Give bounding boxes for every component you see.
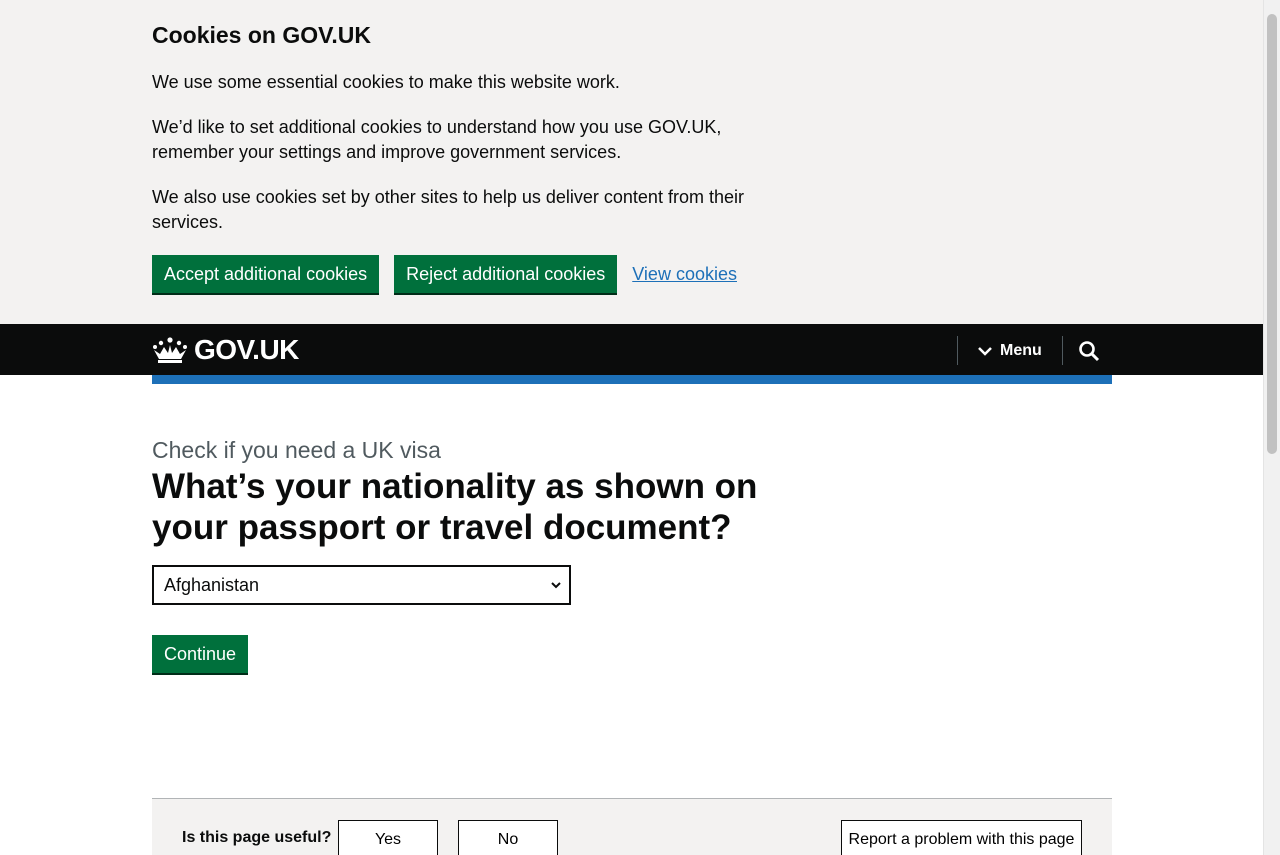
cookie-text-additional: We’d like to set additional cookies to u… (152, 117, 722, 162)
chevron-down-icon (978, 346, 992, 356)
search-icon (1078, 340, 1099, 361)
site-header: GOV.UK Menu (0, 324, 1263, 375)
cookie-text-third-party: We also use cookies set by other sites t… (152, 187, 744, 232)
search-button[interactable] (1063, 336, 1115, 365)
accept-cookies-button[interactable]: Accept additional cookies (152, 255, 380, 293)
feedback-bar: Is this page useful? Yes No Report a pro… (152, 798, 1112, 855)
logo-text: GOV.UK (194, 334, 299, 365)
govuk-logo-link[interactable]: GOV.UK (152, 334, 299, 366)
menu-button[interactable]: Menu (958, 336, 1062, 365)
nationality-select-value: Afghanistan (164, 574, 260, 595)
chevron-down-icon (551, 581, 561, 588)
cookie-banner-content: Cookies on GOV.UK We use some essential … (152, 20, 772, 293)
continue-button[interactable]: Continue (152, 635, 249, 673)
cookie-banner-title: Cookies on GOV.UK (152, 22, 371, 48)
feedback-no-button[interactable]: No (458, 820, 558, 855)
view-cookies-link[interactable]: View cookies (632, 264, 737, 285)
page: Cookies on GOV.UK We use some essential … (0, 0, 1263, 855)
page-title: What’s your nationality as shown on your… (152, 467, 758, 547)
header-blue-bar (152, 375, 1112, 384)
header-nav: Menu (957, 336, 1115, 365)
crown-icon (153, 337, 187, 363)
main-content: Check if you need a UK visa What’s your … (152, 436, 792, 673)
cookie-banner: Cookies on GOV.UK We use some essential … (0, 0, 1263, 324)
feedback-yes-button[interactable]: Yes (338, 820, 438, 855)
feedback-question: Is this page useful? (182, 829, 332, 846)
cookie-text-essential: We use some essential cookies to make th… (152, 72, 620, 92)
reject-cookies-button[interactable]: Reject additional cookies (394, 255, 618, 293)
page-caption: Check if you need a UK visa (152, 437, 441, 463)
report-problem-button[interactable]: Report a problem with this page (841, 820, 1082, 855)
scrollbar-thumb[interactable] (1267, 14, 1277, 454)
nationality-select[interactable]: Afghanistan (152, 565, 571, 605)
scrollbar[interactable] (1263, 0, 1280, 855)
menu-label: Menu (1000, 341, 1042, 359)
cookie-actions: Accept additional cookies Reject additio… (152, 255, 772, 293)
